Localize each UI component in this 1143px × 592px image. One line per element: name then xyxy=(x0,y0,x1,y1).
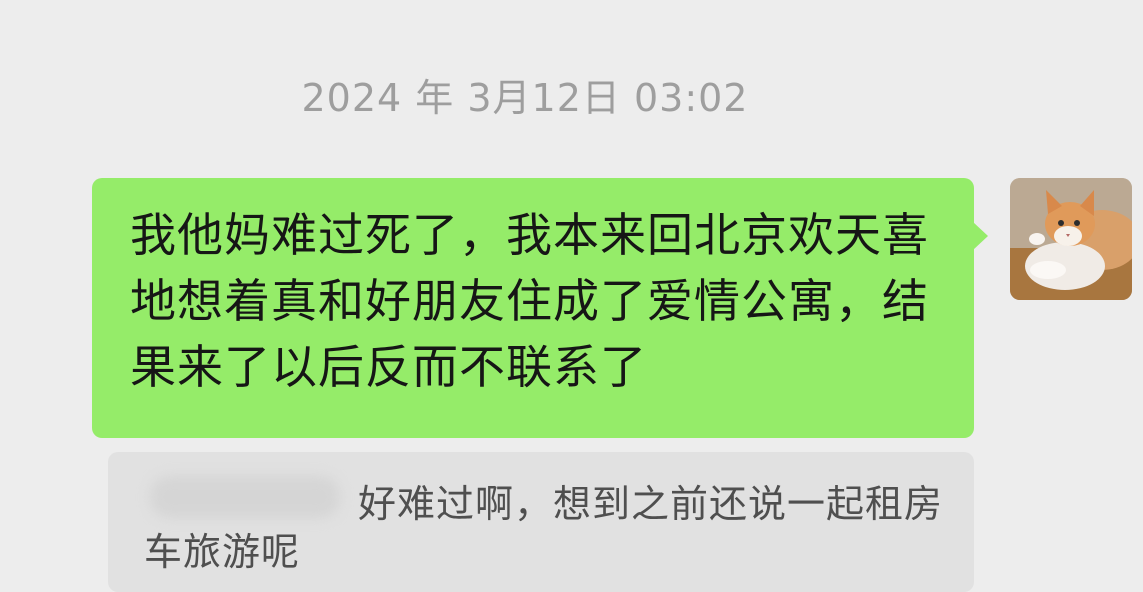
message-timestamp: 2024 年 3月12日 03:02 xyxy=(301,76,749,120)
cat-photo-icon xyxy=(1010,178,1132,300)
sent-message-bubble[interactable]: 我他妈难过死了，我本来回北京欢天喜地想着真和好朋友住成了爱情公寓，结果来了以后反… xyxy=(92,178,988,438)
quoted-message-bubble[interactable]: 好难过啊，想到之前还说一起租房车旅游呢 xyxy=(108,452,974,592)
user-avatar[interactable] xyxy=(1010,178,1132,300)
quoted-message-text: 好难过啊，想到之前还说一起租房车旅游呢 xyxy=(144,482,944,574)
sent-message-text: 我他妈难过死了，我本来回北京欢天喜地想着真和好朋友住成了爱情公寓，结果来了以后反… xyxy=(130,208,929,394)
